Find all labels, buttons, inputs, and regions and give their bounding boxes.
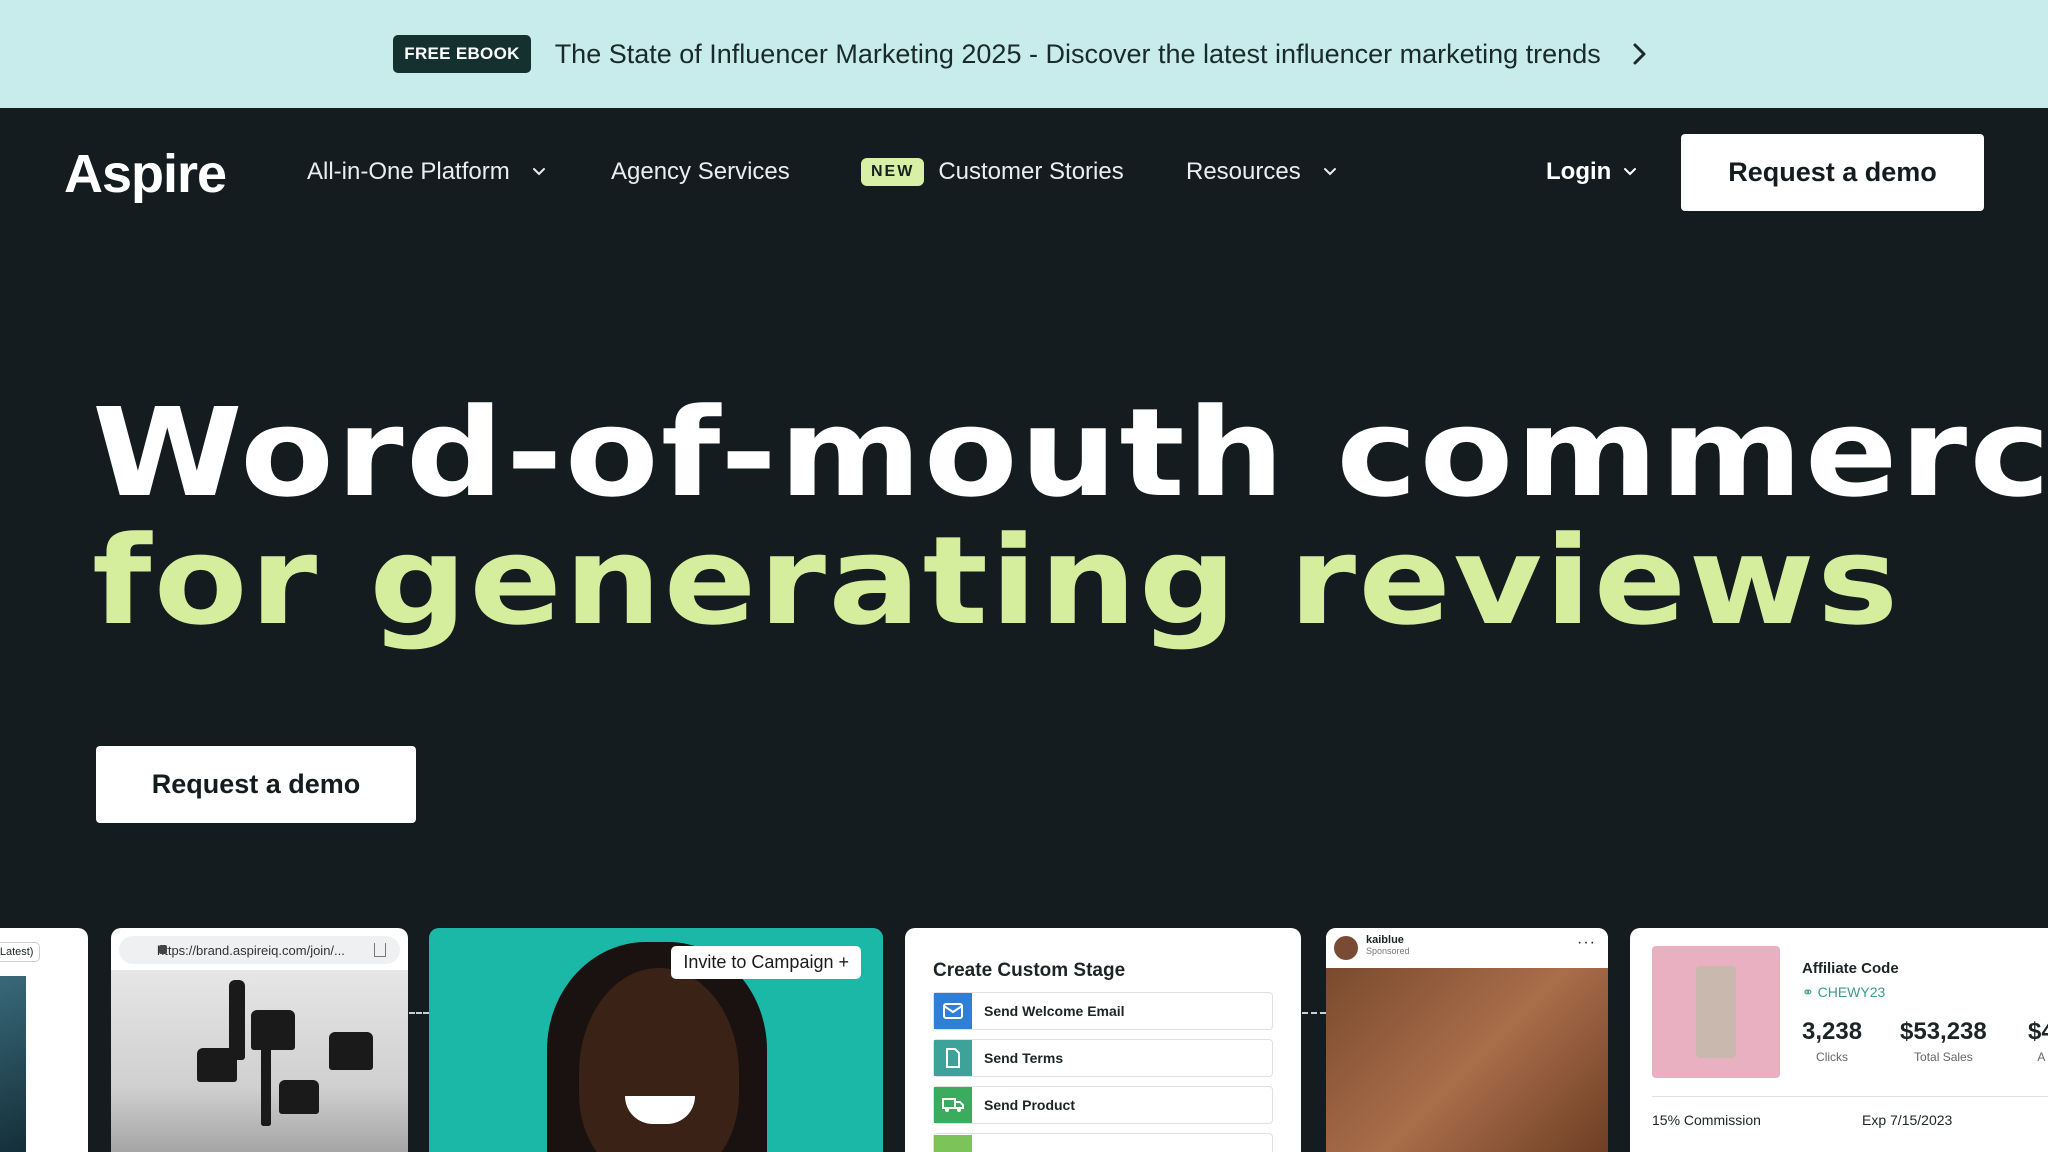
landing-page-card: https://brand.aspireiq.com/join/... — [111, 928, 408, 1152]
link-icon: ⚭ — [1802, 984, 1818, 1000]
stage-row-label: Send Terms — [984, 1050, 1064, 1066]
login-label: Login — [1546, 158, 1612, 185]
creator-card: Invite to Campaign + — [429, 928, 883, 1152]
post-sponsored-label: Sponsored — [1366, 946, 1410, 956]
connector-line — [1302, 1012, 1326, 1014]
expiry-text: Exp 7/15/2023 — [1862, 1112, 1953, 1128]
chevron-down-icon — [532, 168, 545, 176]
lock-icon — [159, 945, 167, 954]
stage-row-welcome-email[interactable]: Send Welcome Email — [933, 992, 1273, 1030]
url-text: https://brand.aspireiq.com/join/... — [157, 942, 345, 958]
truck-icon — [934, 1087, 972, 1123]
hero-headline: Word-of-mouth commerce — [92, 382, 2048, 524]
version-card: 2 (Latest) — [0, 928, 88, 1152]
stage-row-label: Send Product — [984, 1097, 1076, 1113]
affiliate-card: Affiliate Code ⚭ CHEWY23 3,238 Clicks $5… — [1630, 928, 2048, 1152]
nav-item-label: Resources — [1186, 158, 1301, 185]
commission-text: 15% Commission — [1652, 1112, 1761, 1128]
version-select[interactable]: 2 (Latest) — [0, 942, 41, 962]
affiliate-code-title: Affiliate Code — [1802, 960, 1899, 977]
stat-total-sales: $53,238 Total Sales — [1900, 1018, 1987, 1064]
affiliate-code: ⚭ CHEWY23 — [1802, 984, 1886, 1000]
request-demo-button[interactable]: Request a demo — [1681, 134, 1984, 211]
mail-icon — [934, 993, 972, 1029]
tag-icon — [934, 1134, 972, 1152]
invite-to-campaign-button[interactable]: Invite to Campaign + — [671, 946, 861, 979]
nav-item-label: Customer Stories — [938, 158, 1124, 185]
post-image — [1326, 968, 1608, 1152]
url-bar: https://brand.aspireiq.com/join/... — [119, 936, 400, 964]
preview-image — [0, 976, 26, 1152]
stage-row-partial — [933, 1133, 1273, 1152]
chevron-right-icon[interactable] — [1625, 39, 1655, 69]
product-photo — [111, 970, 408, 1152]
avatar — [1334, 936, 1358, 960]
announcement-bar[interactable]: FREE EBOOK The State of Influencer Marke… — [0, 0, 2048, 108]
nav-item-customer-stories[interactable]: NEW Customer Stories — [861, 158, 1124, 186]
stage-row-label: Send Welcome Email — [984, 1003, 1125, 1019]
login-menu[interactable]: Login — [1546, 158, 1637, 186]
nav-item-label: All-in-One Platform — [307, 158, 510, 185]
stage-row-product[interactable]: Send Product — [933, 1086, 1273, 1124]
chevron-down-icon — [1624, 168, 1637, 176]
product-image — [1652, 946, 1780, 1078]
stat-partial: $4 A — [2028, 1018, 2048, 1064]
post-username: kaiblue — [1366, 934, 1404, 946]
divider — [1652, 1096, 2048, 1097]
hero-request-demo-button[interactable]: Request a demo — [96, 746, 416, 823]
custom-stage-card: Create Custom Stage Send Welcome Email S… — [905, 928, 1301, 1152]
chevron-down-icon — [1323, 168, 1336, 176]
stage-row-terms[interactable]: Send Terms — [933, 1039, 1273, 1077]
main-nav: Aspire All-in-One Platform Agency Servic… — [0, 108, 2048, 236]
more-options-icon[interactable]: ··· — [1577, 934, 1596, 952]
hero-subheadline: for generating reviews — [92, 510, 1901, 652]
connector-line — [409, 1012, 429, 1014]
nav-item-agency[interactable]: Agency Services — [611, 158, 790, 186]
nav-item-label: Agency Services — [611, 158, 790, 185]
document-icon — [934, 1040, 972, 1076]
stat-clicks: 3,238 Clicks — [1802, 1018, 1863, 1064]
free-ebook-badge: FREE EBOOK — [393, 35, 531, 73]
nav-item-platform[interactable]: All-in-One Platform — [307, 158, 546, 186]
aspire-logo[interactable]: Aspire — [64, 143, 227, 205]
stage-title: Create Custom Stage — [933, 960, 1126, 981]
share-icon — [374, 943, 386, 957]
nav-item-resources[interactable]: Resources — [1186, 158, 1337, 186]
sponsored-post-card: kaiblue Sponsored ··· — [1326, 928, 1608, 1152]
announcement-text[interactable]: The State of Influencer Marketing 2025 -… — [555, 39, 1601, 70]
new-badge: NEW — [861, 158, 925, 186]
